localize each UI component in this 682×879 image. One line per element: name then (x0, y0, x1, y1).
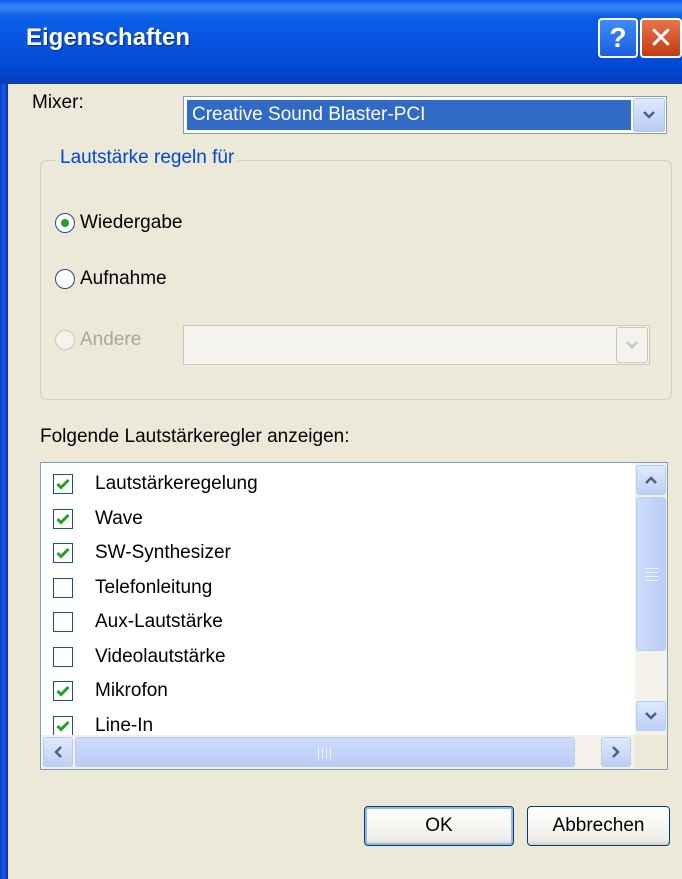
list-item-label: Aux-Lautstärke (95, 611, 223, 632)
checkmark-icon (56, 720, 70, 732)
mixer-dropdown[interactable]: Creative Sound Blaster-PCI (183, 96, 667, 134)
scrollbar-corner (635, 735, 667, 769)
radio-button-checked[interactable] (55, 213, 75, 233)
controls-list-label: Folgende Lautstärkeregler anzeigen: (40, 426, 350, 447)
radio-recording[interactable]: Aufnahme (55, 268, 167, 290)
checkbox[interactable] (53, 577, 73, 598)
list-item-label: Line-In (95, 714, 154, 736)
checkbox-checked[interactable] (53, 474, 73, 494)
radio-playback[interactable]: Wiedergabe (55, 212, 182, 234)
chevron-down-icon (643, 111, 655, 119)
chevron-down-icon (645, 712, 657, 720)
chevron-right-icon (612, 746, 620, 758)
chevron-left-icon (54, 746, 62, 758)
close-icon: ✕ (648, 21, 674, 55)
checkmark-icon (56, 547, 70, 559)
mixer-dropdown-button[interactable] (633, 98, 665, 132)
scroll-left-button[interactable] (43, 737, 73, 767)
list-item-label: Lautstärkeregelung (95, 473, 258, 494)
ok-button[interactable]: OK (364, 806, 514, 846)
radio-other-label: Andere (80, 329, 142, 350)
list-item-label: Videolautstärke (95, 645, 226, 667)
list-item[interactable]: Videolautstärke (53, 640, 226, 674)
radio-playback-label: Wiedergabe (80, 212, 183, 233)
scroll-right-button[interactable] (601, 737, 631, 767)
mixer-selected-value: Creative Sound Blaster-PCI (187, 100, 631, 130)
checkbox-checked[interactable] (53, 543, 73, 563)
cancel-button[interactable]: Abbrechen (527, 806, 670, 846)
checkmark-icon (56, 513, 70, 525)
list-item[interactable]: Aux-Lautstärke (53, 605, 223, 639)
list-item[interactable]: Wave (53, 502, 143, 536)
chevron-up-icon (645, 476, 657, 484)
list-item[interactable]: Mikrofon (53, 674, 168, 708)
checkbox-checked[interactable] (53, 681, 73, 701)
help-icon: ? (609, 22, 627, 53)
checkmark-icon (56, 478, 70, 490)
checkbox[interactable] (53, 612, 73, 632)
mixer-label: Mixer: (32, 92, 84, 113)
list-item-label: SW-Synthesizer (95, 542, 231, 563)
chevron-down-icon (626, 341, 638, 349)
list-item[interactable]: Telefonleitung (53, 571, 212, 605)
help-button[interactable]: ? (598, 18, 638, 58)
checkbox-checked[interactable] (53, 508, 73, 529)
other-device-dropdown (183, 325, 650, 365)
radio-other: Andere (55, 329, 141, 351)
list-item[interactable]: Lautstärkeregelung (53, 467, 258, 501)
checkbox[interactable] (53, 646, 73, 667)
volume-group-title: Lautstärke regeln für (56, 147, 239, 169)
scroll-up-button[interactable] (636, 465, 666, 495)
radio-recording-label: Aufnahme (80, 268, 167, 289)
vertical-scrollbar[interactable] (635, 463, 667, 735)
scroll-down-button[interactable] (636, 701, 666, 731)
horizontal-scrollbar[interactable] (41, 735, 635, 769)
checkbox-checked[interactable] (53, 715, 73, 736)
other-dropdown-button (616, 327, 648, 363)
list-item[interactable]: SW-Synthesizer (53, 536, 231, 570)
vertical-scroll-thumb[interactable] (636, 497, 666, 651)
close-button[interactable]: ✕ (640, 18, 682, 58)
checkmark-icon (56, 685, 70, 697)
window-title: Eigenschaften (26, 24, 191, 51)
window-frame-left (0, 0, 8, 879)
volume-controls-list[interactable]: Lautstärkeregelung Wave SW-Synthesizer Tele… (40, 462, 668, 770)
radio-button[interactable] (55, 269, 75, 289)
horizontal-scroll-thumb[interactable] (75, 737, 575, 767)
list-item-label: Telefonleitung (95, 576, 213, 598)
title-bar[interactable]: Eigenschaften ? ✕ (0, 0, 682, 84)
radio-button-disabled (55, 330, 75, 350)
list-item-label: Wave (95, 507, 143, 529)
list-item-label: Mikrofon (95, 680, 168, 701)
